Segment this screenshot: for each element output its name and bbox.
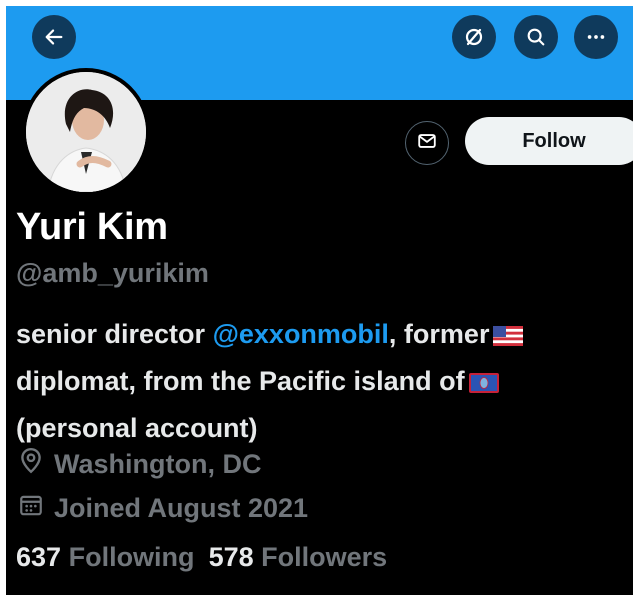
envelope-icon [416, 130, 438, 157]
joined-row: Joined August 2021 [18, 492, 308, 525]
message-button[interactable] [405, 121, 449, 165]
bio-line-2: diplomat, from the Pacific island of [16, 359, 631, 406]
more-dots-icon [585, 26, 607, 48]
location-pin-icon [18, 447, 54, 482]
mention-link[interactable]: @exxonmobil [213, 319, 389, 349]
bio-text: senior director [16, 319, 213, 349]
more-button[interactable] [574, 15, 618, 59]
follow-button[interactable]: Follow [465, 117, 633, 165]
bio-line-3: (personal account) [16, 413, 258, 443]
guam-flag-icon [468, 362, 499, 406]
following-count: 637 [16, 542, 62, 572]
location-row: Washington, DC [18, 447, 261, 482]
bio-text: diplomat, from the Pacific island of [16, 366, 465, 396]
mute-button[interactable] [452, 15, 496, 59]
following-link[interactable]: 637 Following [16, 542, 195, 572]
followers-link[interactable]: 578 Followers [209, 542, 388, 572]
circle-slash-icon [462, 25, 486, 49]
profile-bio: senior director @exxonmobil, former dipl… [16, 312, 631, 450]
back-button[interactable] [32, 15, 76, 59]
followers-label: Followers [261, 542, 388, 572]
location-text: Washington, DC [54, 449, 262, 479]
search-icon [525, 26, 547, 48]
avatar-container[interactable] [22, 68, 150, 196]
profile-name: Yuri Kim [16, 206, 168, 248]
follow-stats: 637 Following 578 Followers [16, 542, 387, 573]
joined-text: Joined August 2021 [54, 493, 309, 523]
bio-text: , former [388, 319, 490, 349]
calendar-icon [18, 492, 54, 525]
us-flag-icon [493, 315, 524, 359]
profile-page: Follow Yuri Kim @amb_yurikim senior dire… [6, 6, 633, 595]
search-button[interactable] [514, 15, 558, 59]
avatar [26, 72, 146, 192]
followers-count: 578 [208, 542, 254, 572]
profile-handle: @amb_yurikim [16, 258, 209, 288]
following-label: Following [68, 542, 195, 572]
bio-line-1: senior director @exxonmobil, former [16, 312, 631, 359]
arrow-left-icon [43, 26, 65, 48]
